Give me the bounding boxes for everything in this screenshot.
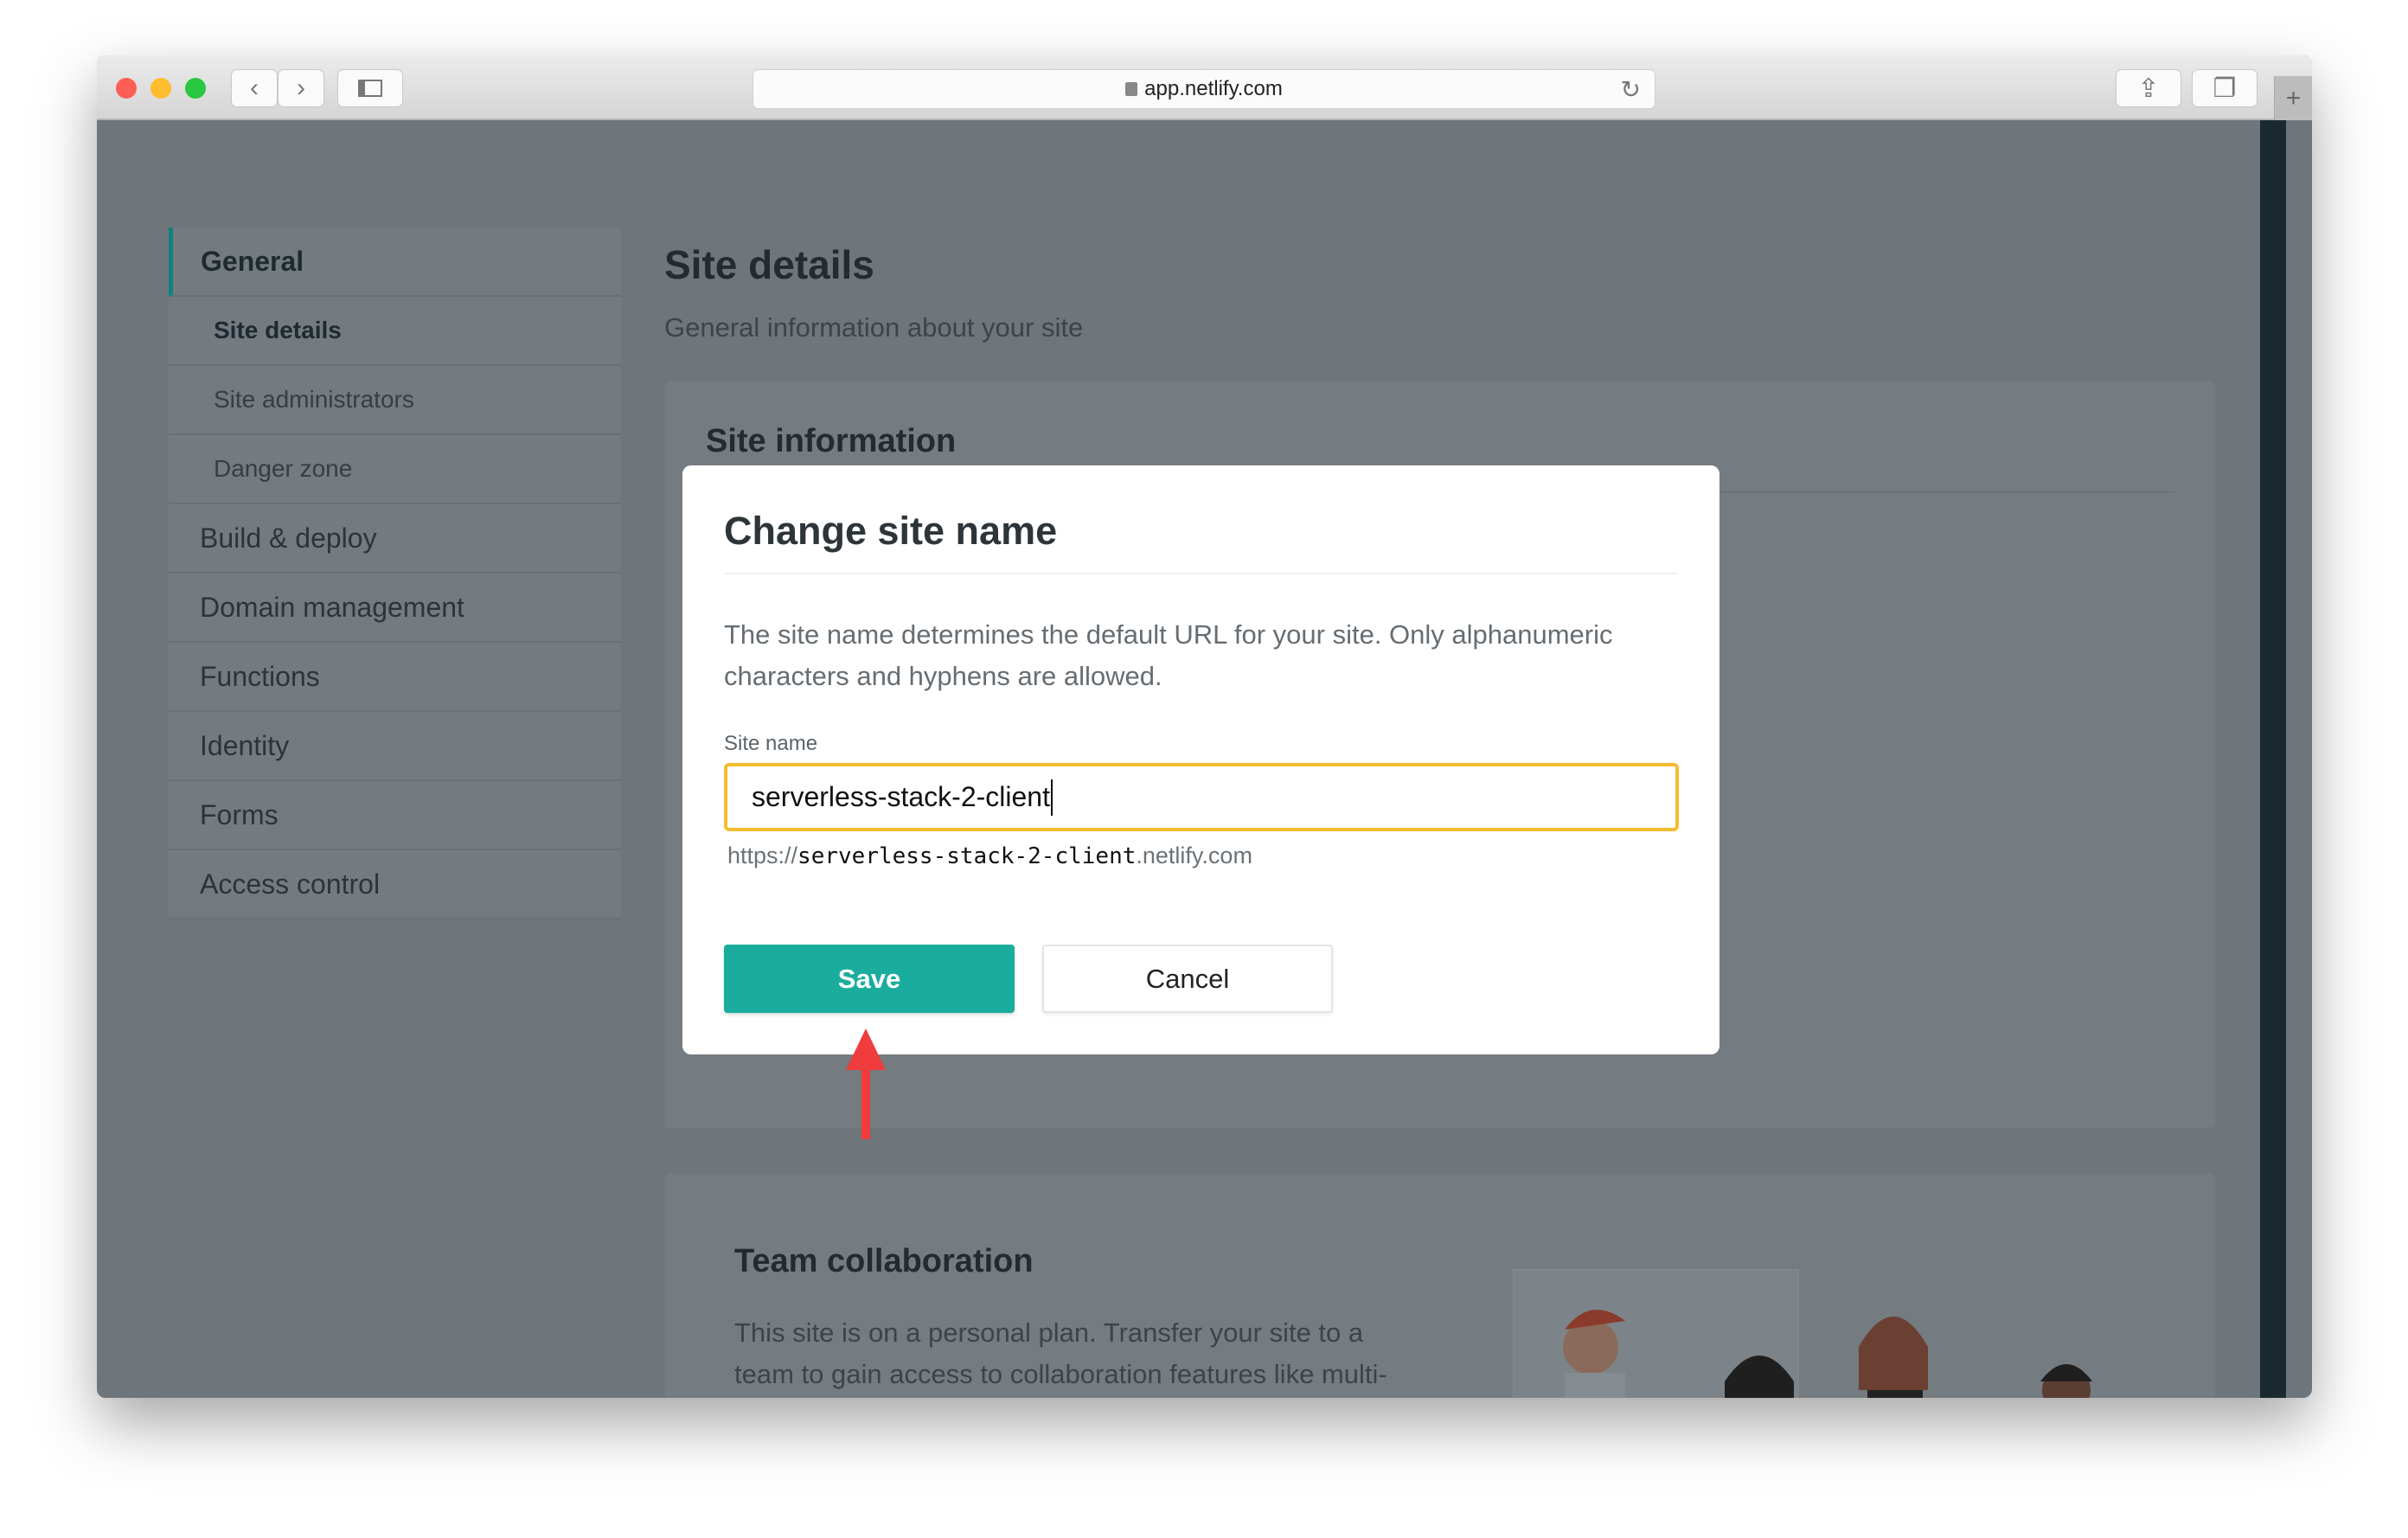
browser-toolbar: ‹ › app.netlify.com ↻ ⇪ ❐ + — [97, 55, 2312, 120]
url-suffix: .netlify.com — [1136, 843, 1252, 868]
sidebar-item-identity[interactable]: Identity — [169, 712, 621, 781]
address-bar[interactable]: app.netlify.com ↻ — [752, 69, 1656, 109]
dialog-title: Change site name — [724, 509, 1058, 553]
site-url-preview: https://serverless-stack-2-client.netlif… — [727, 843, 1252, 869]
sidebar-item-domain-management[interactable]: Domain management — [169, 574, 621, 643]
sidebar-item-site-details[interactable]: Site details — [169, 297, 621, 366]
chevron-right-icon: › — [297, 74, 305, 102]
site-name-input[interactable]: serverless-stack-2-client — [724, 763, 1679, 831]
chevron-left-icon: ‹ — [250, 74, 259, 102]
cancel-button[interactable]: Cancel — [1042, 945, 1333, 1013]
sidebar-icon — [358, 80, 382, 97]
site-name-label: Site name — [724, 732, 818, 755]
save-button[interactable]: Save — [724, 945, 1015, 1013]
team-collaboration-text: This site is on a personal plan. Transfe… — [734, 1317, 1387, 1389]
sidebar-item-site-administrators[interactable]: Site administrators — [169, 366, 621, 435]
close-window-button[interactable] — [116, 78, 137, 99]
sidebar-item-build-deploy[interactable]: Build & deploy — [169, 504, 621, 574]
change-site-name-dialog: Change site name The site name determine… — [682, 465, 1720, 1054]
url-text: app.netlify.com — [1144, 77, 1283, 100]
text-caret — [1050, 779, 1053, 816]
browser-window: ‹ › app.netlify.com ↻ ⇪ ❐ + General Site… — [97, 55, 2312, 1398]
share-icon: ⇪ — [2137, 74, 2160, 103]
sidebar-item-danger-zone[interactable]: Danger zone — [169, 435, 621, 504]
team-collaboration-card: Team collaboration This site is on a per… — [665, 1174, 2215, 1398]
tabs-button[interactable]: ❐ — [2192, 69, 2258, 107]
settings-sidebar: General Site details Site administrators… — [169, 227, 621, 920]
page-title: Site details — [664, 242, 874, 287]
page-subtitle: General information about your site — [664, 312, 1084, 343]
forward-button[interactable]: › — [278, 69, 324, 107]
annotation-arrow-icon — [846, 1029, 886, 1139]
tabs-icon: ❐ — [2213, 74, 2237, 103]
new-tab-button[interactable]: + — [2274, 76, 2312, 120]
sidebar-item-forms[interactable]: Forms — [169, 781, 621, 850]
back-button[interactable]: ‹ — [231, 69, 278, 107]
scrollbar-strip — [2260, 120, 2286, 1398]
url-prefix: https:// — [727, 843, 798, 868]
lock-icon — [1125, 82, 1138, 96]
dialog-description: The site name determines the default URL… — [724, 619, 1613, 691]
site-name-value: serverless-stack-2-client — [752, 781, 1050, 812]
reload-icon[interactable]: ↻ — [1621, 75, 1641, 104]
maximize-window-button[interactable] — [185, 78, 206, 99]
sidebar-item-access-control[interactable]: Access control — [169, 850, 621, 920]
share-button[interactable]: ⇪ — [2116, 69, 2181, 107]
minimize-window-button[interactable] — [150, 78, 171, 99]
plus-icon: + — [2285, 83, 2302, 112]
url-site-name: serverless-stack-2-client — [797, 843, 1137, 869]
team-collaboration-title: Team collaboration — [734, 1243, 1034, 1279]
sidebar-toggle-button[interactable] — [337, 69, 403, 107]
sidebar-item-general[interactable]: General — [169, 227, 621, 297]
dialog-divider — [724, 573, 1678, 574]
sidebar-item-functions[interactable]: Functions — [169, 643, 621, 712]
team-illustration — [1513, 1269, 2092, 1398]
site-information-title: Site information — [706, 423, 957, 459]
